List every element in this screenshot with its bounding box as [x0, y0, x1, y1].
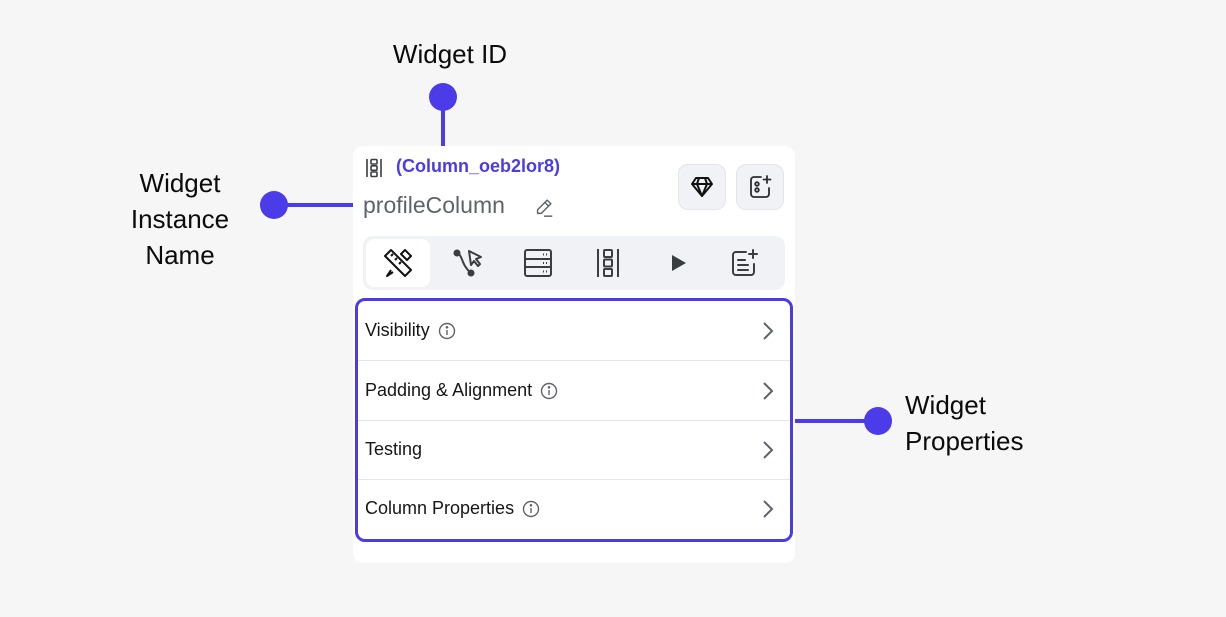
annotation-properties: Widget Properties — [905, 387, 1024, 459]
info-icon[interactable] — [438, 322, 456, 340]
info-icon[interactable] — [540, 382, 558, 400]
actions-tab[interactable] — [436, 239, 500, 287]
widget-instance-name[interactable]: profileColumn — [363, 192, 505, 219]
annotation-line-2: Properties — [905, 426, 1024, 456]
play-icon — [672, 255, 686, 271]
annotation-line-1: Widget — [139, 168, 221, 198]
chevron-right-icon — [763, 441, 774, 459]
chevron-right-icon — [763, 322, 774, 340]
annotation-instance-name: Widget Instance Name — [110, 165, 250, 273]
animations-tab[interactable] — [646, 239, 710, 287]
properties-tab[interactable] — [366, 239, 430, 287]
column-icon — [597, 249, 619, 277]
add-widget-button[interactable] — [736, 164, 784, 210]
info-icon[interactable] — [522, 500, 540, 518]
annotation-line-3: Name — [145, 240, 215, 270]
panel-tabs — [363, 236, 785, 290]
notes-tab[interactable] — [713, 239, 777, 287]
section-padding-alignment[interactable]: Padding & Alignment — [358, 361, 790, 420]
chevron-right-icon — [763, 382, 774, 400]
add-widget-icon — [750, 175, 772, 198]
flow-cursor-icon — [453, 249, 482, 277]
diamond-icon — [691, 177, 713, 197]
section-label: Testing — [365, 439, 423, 459]
section-column-properties[interactable]: Column Properties — [358, 479, 790, 538]
section-visibility[interactable]: Visibility — [358, 301, 790, 360]
pencil-icon[interactable] — [533, 196, 555, 218]
section-testing[interactable]: Testing — [358, 420, 790, 479]
section-label: Column Properties — [365, 498, 515, 518]
chevron-right-icon — [763, 500, 774, 518]
widget-tree-tab[interactable] — [576, 239, 640, 287]
section-label: Visibility — [365, 320, 430, 340]
section-label: Padding & Alignment — [365, 380, 533, 400]
annotation-properties-line — [793, 419, 873, 423]
annotation-line-2: Instance — [130, 204, 230, 234]
widget-properties-list: Visibility Padding & Alignment Testing C… — [355, 298, 793, 542]
diamond-button[interactable] — [678, 164, 726, 210]
ruler-pencil-icon — [384, 249, 412, 277]
widget-id-label: (Column_oeb2lor8) — [396, 156, 561, 176]
annotation-widget-id: Widget ID — [392, 39, 508, 69]
annotation-instance-name-line — [280, 203, 354, 207]
column-icon — [366, 158, 382, 178]
server-icon — [524, 249, 552, 277]
note-add-icon — [732, 249, 758, 276]
backend-query-tab[interactable] — [506, 239, 570, 287]
annotation-widget-id-line — [441, 100, 445, 152]
annotation-properties-dot — [864, 407, 892, 435]
annotation-line-1: Widget — [905, 390, 986, 420]
